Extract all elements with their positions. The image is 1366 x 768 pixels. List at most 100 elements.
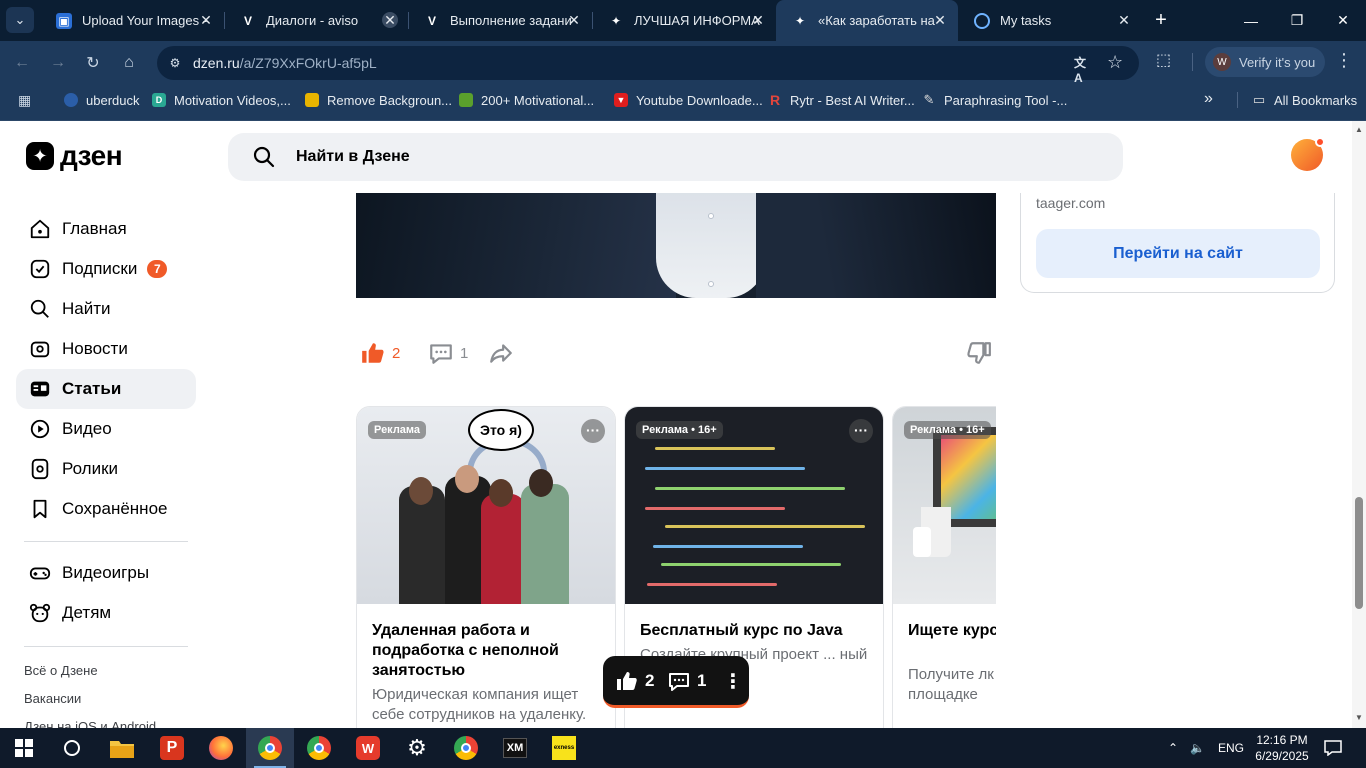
ad-card-description: Получите лк бесплатно п на площадке — [908, 666, 996, 703]
sidebar-item-subscriptions[interactable]: Подписки 7 — [16, 249, 196, 289]
like-button[interactable]: 2 — [360, 340, 400, 366]
bookmark-favicon-icon: D — [152, 93, 166, 107]
sidebar-item-games[interactable]: Видеоигры — [16, 553, 196, 593]
wps-presentation-icon[interactable]: P — [148, 728, 196, 768]
user-avatar[interactable] — [1291, 137, 1325, 171]
close-icon[interactable]: ✕ — [566, 12, 582, 28]
toolbar-separator — [1192, 53, 1193, 71]
search-input[interactable]: Найти в Дзене — [228, 133, 1123, 181]
minimize-icon[interactable]: — — [1228, 0, 1274, 41]
page-scrollbar[interactable]: ▲ ▼ — [1352, 121, 1366, 728]
tab-search-chevron-icon[interactable]: ⌄ — [6, 7, 34, 33]
sidebar-item-home[interactable]: Главная — [16, 209, 196, 249]
more-options-icon[interactable]: ··· — [581, 419, 605, 443]
profile-avatar: W — [1213, 53, 1231, 71]
tasks-icon — [974, 12, 990, 29]
sidebar-item-shorts[interactable]: Ролики — [16, 449, 196, 489]
sidebar-item-saved[interactable]: Сохранённое — [16, 489, 196, 529]
restore-icon[interactable]: ❐ — [1274, 0, 1320, 41]
ad-card-free-courses[interactable]: Реклама • 16+ ··· Ищете курсы бесплатно?… — [892, 406, 996, 728]
footer-link-vacancies[interactable]: Вакансии — [24, 691, 81, 706]
ad-card-title: Ищете курсы бесплатно? — [908, 622, 996, 639]
ad-label: Реклама — [368, 421, 427, 439]
translate-icon[interactable]: 文A — [1074, 54, 1092, 85]
forward-icon[interactable]: → — [45, 50, 71, 76]
wps-office-icon[interactable]: W — [344, 728, 392, 768]
bookmark-uberduck[interactable]: uberduck — [64, 85, 139, 115]
close-icon[interactable]: ✕ — [382, 12, 398, 28]
system-clock[interactable]: 12:16 PM 6/29/2025 — [1252, 732, 1312, 764]
floating-comments-button[interactable]: 1 — [667, 669, 706, 693]
sidebar-item-kids[interactable]: Детям — [16, 593, 196, 633]
scroll-down-icon[interactable]: ▼ — [1355, 713, 1363, 722]
close-icon[interactable]: ✕ — [932, 12, 948, 28]
bookmark-youtube-downloader[interactable]: ▼ Youtube Downloade... — [614, 85, 763, 115]
settings-icon[interactable]: ⚙ — [393, 728, 441, 768]
file-explorer-icon[interactable] — [98, 728, 146, 768]
ad-card-remote-work[interactable]: Это я) Реклама ··· Удаленная работа и по… — [356, 406, 616, 728]
bookmark-paraphrasing[interactable]: ✎ Paraphrasing Tool -... — [922, 85, 1068, 115]
new-tab-button[interactable]: + — [1150, 8, 1172, 32]
comments-button[interactable]: 1 — [428, 340, 468, 366]
thumbs-up-icon — [362, 343, 384, 363]
exness-icon[interactable]: exness — [540, 728, 588, 768]
chrome-alt-icon[interactable] — [442, 728, 490, 768]
floating-more-icon[interactable]: ⋮ — [723, 669, 743, 694]
dzen-logo-text: дзен — [60, 140, 123, 171]
sidebar-item-video[interactable]: Видео — [16, 409, 196, 449]
go-to-site-button[interactable]: Перейти на сайт — [1036, 229, 1320, 278]
more-bookmarks-icon[interactable]: » — [1204, 90, 1213, 108]
dislike-button[interactable] — [966, 340, 998, 366]
tab-dzen-info[interactable]: ✦ ЛУЧШАЯ ИНФОРМА ✕ — [592, 0, 776, 41]
home-icon[interactable]: ⌂ — [116, 50, 142, 76]
dzen-logo[interactable]: ✦ дзен — [26, 140, 123, 172]
bookmark-remove-bg[interactable]: Remove Backgroun... — [305, 85, 452, 115]
tab-aviso-tasks[interactable]: V Выполнение задани ✕ — [408, 0, 592, 41]
chrome-profile-icon[interactable] — [246, 728, 294, 768]
reload-icon[interactable]: ↻ — [80, 50, 106, 76]
floating-like-button[interactable]: 2 — [615, 669, 654, 693]
scrollbar-thumb[interactable] — [1355, 497, 1363, 609]
tab-my-tasks[interactable]: My tasks ✕ — [958, 0, 1142, 41]
firefox-icon[interactable] — [197, 728, 245, 768]
windows-start-icon[interactable] — [0, 728, 48, 768]
volume-icon[interactable]: 🔈 — [1190, 728, 1205, 768]
person-figure — [521, 484, 569, 604]
site-info-icon[interactable]: ⚙ — [166, 54, 184, 72]
more-options-icon[interactable]: ··· — [849, 419, 873, 443]
bookmark-star-icon[interactable]: ☆ — [1107, 52, 1127, 72]
bookmark-motivational[interactable]: 200+ Motivational... — [459, 85, 594, 115]
footer-link-apps[interactable]: Дзен на iOS и Android — [24, 719, 156, 728]
url-text[interactable]: dzen.ru/a/Z79XxFOkrU-af5pL — [193, 55, 377, 71]
sidebar-item-articles[interactable]: Статьи — [16, 369, 196, 409]
share-button[interactable] — [488, 340, 520, 366]
close-icon[interactable]: ✕ — [1116, 12, 1132, 28]
footer-link-about[interactable]: Всё о Дзене — [24, 663, 98, 678]
scroll-up-icon[interactable]: ▲ — [1355, 125, 1363, 134]
browser-menu-icon[interactable]: ⋮ — [1334, 50, 1354, 74]
tab-dzen-article[interactable]: ✦ «Как заработать на ✕ — [776, 0, 958, 41]
close-icon[interactable]: ✕ — [750, 12, 766, 28]
close-icon[interactable]: ✕ — [198, 12, 214, 28]
notifications-icon[interactable] — [1324, 728, 1342, 768]
bookmark-rytr[interactable]: R Rytr - Best AI Writer... — [768, 85, 915, 115]
profile-verify-button[interactable]: W Verify it's you — [1205, 47, 1326, 77]
sidebar-item-search[interactable]: Найти — [16, 289, 196, 329]
bookmark-motivation[interactable]: D Motivation Videos,... — [152, 85, 291, 115]
extensions-icon[interactable]: ⬚ — [1156, 50, 1176, 70]
image-shirt-button — [708, 213, 714, 219]
xm-icon[interactable]: XM — [491, 728, 539, 768]
back-icon[interactable]: ← — [9, 50, 35, 76]
chrome-icon[interactable] — [295, 728, 343, 768]
input-language[interactable]: ENG — [1218, 728, 1244, 768]
all-bookmarks[interactable]: ▭ All Bookmarks — [1252, 85, 1357, 115]
code-line — [661, 563, 841, 566]
address-bar[interactable]: ⚙ dzen.ru/a/Z79XxFOkrU-af5pL 文A ☆ — [157, 46, 1139, 85]
tab-upload-images[interactable]: ▣ Upload Your Images - ✕ — [40, 0, 224, 41]
taskbar-search-icon[interactable] — [48, 728, 96, 768]
window-close-icon[interactable]: ✕ — [1320, 0, 1366, 41]
tray-chevron-up-icon[interactable]: ⌃ — [1168, 728, 1178, 768]
sidebar-item-news[interactable]: Новости — [16, 329, 196, 369]
apps-grid-icon[interactable]: ▦ — [18, 92, 34, 108]
tab-aviso-dialogs[interactable]: V Диалоги - aviso ✕ — [224, 0, 408, 41]
